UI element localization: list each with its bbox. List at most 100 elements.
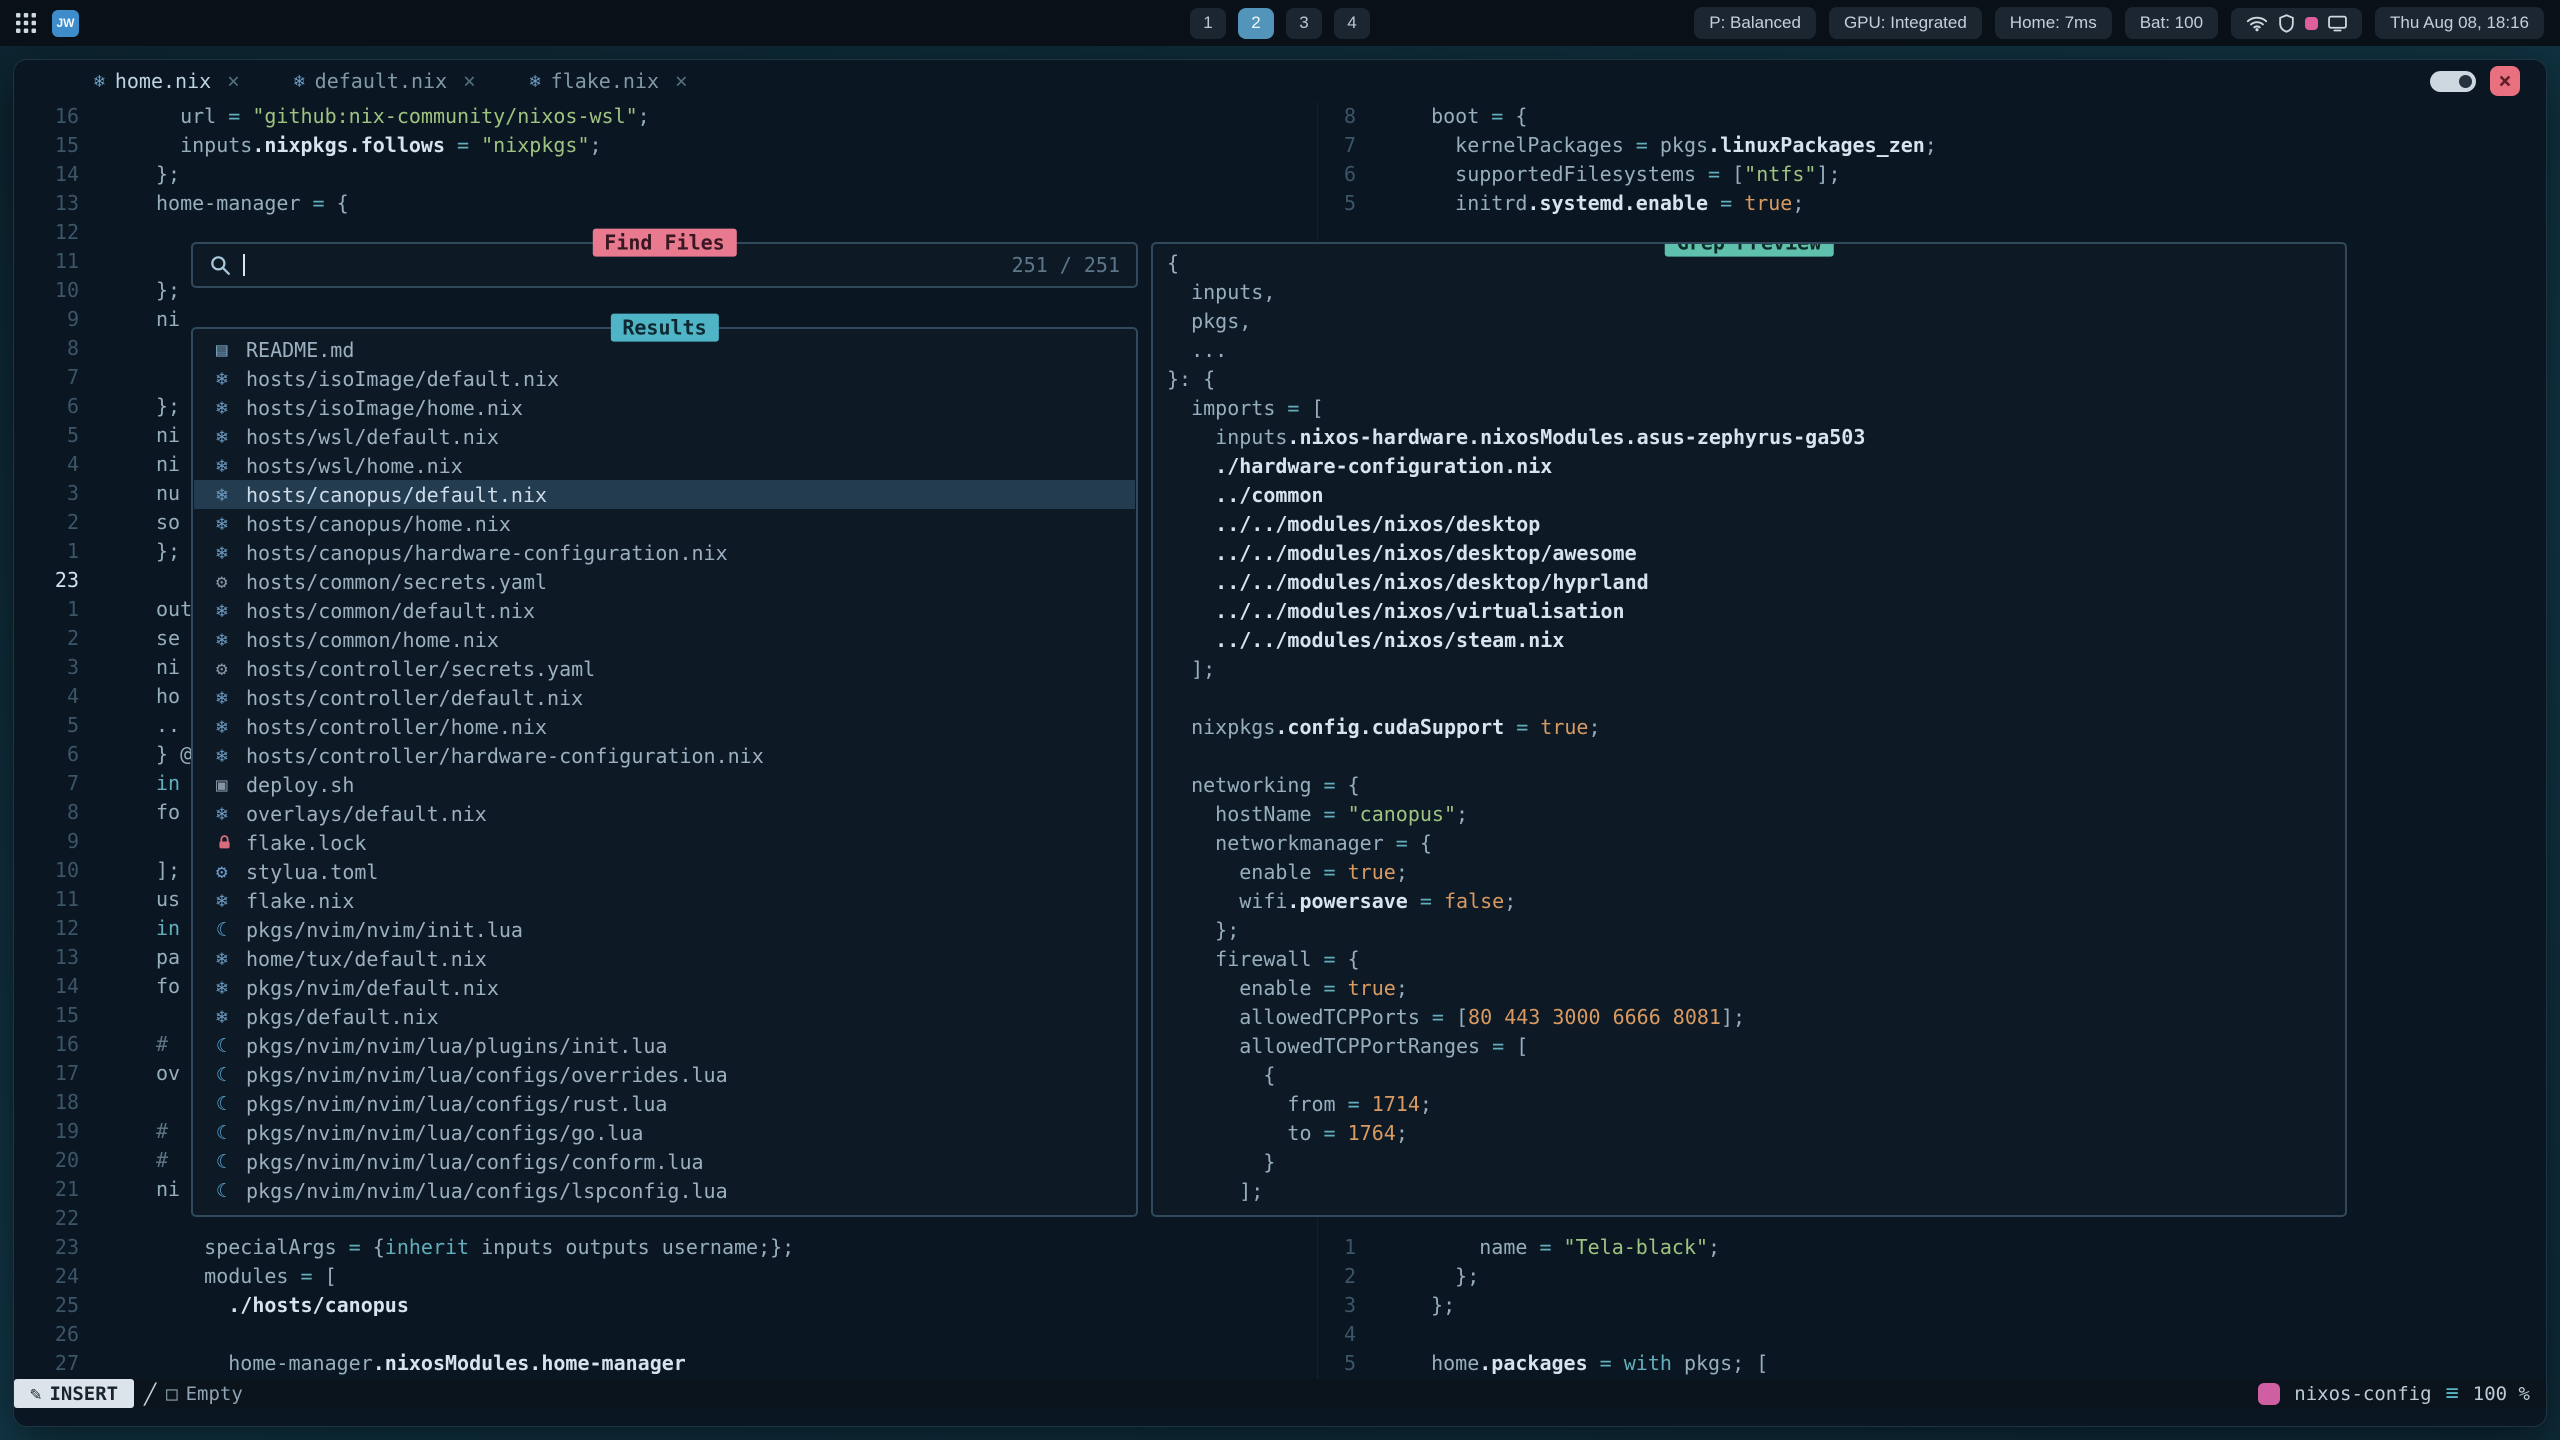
- code-text: home.packages = with pkgs; [: [1407, 1349, 1768, 1378]
- line-number: 4: [1318, 1320, 1356, 1349]
- code-text: #: [156, 1030, 168, 1059]
- status-icons-pill: [2231, 8, 2362, 39]
- scroll-percent: 100 %: [2473, 1383, 2530, 1405]
- apps-grid-icon[interactable]: [16, 13, 36, 33]
- tab-close-icon[interactable]: ×: [227, 69, 240, 93]
- result-item[interactable]: ❄hosts/canopus/home.nix: [194, 509, 1135, 538]
- code-text: ni: [156, 305, 180, 334]
- nix-file-icon: ❄: [216, 716, 246, 738]
- result-item[interactable]: ⚙hosts/controller/secrets.yaml: [194, 654, 1135, 683]
- lua-file-icon: ☾: [216, 1035, 246, 1057]
- tab-flake.nix[interactable]: ❄flake.nix×: [508, 60, 710, 102]
- code-text: #: [156, 1117, 168, 1146]
- result-item[interactable]: ❄pkgs/default.nix: [194, 1002, 1135, 1031]
- result-item[interactable]: ❄hosts/wsl/default.nix: [194, 422, 1135, 451]
- line-number: 2: [1318, 1262, 1356, 1291]
- result-item[interactable]: flake.lock: [194, 828, 1135, 857]
- code-text: inputs.nixpkgs.follows = "nixpkgs";: [156, 131, 602, 160]
- line-number: 4: [14, 450, 94, 479]
- result-item[interactable]: ❄hosts/wsl/home.nix: [194, 451, 1135, 480]
- result-path: pkgs/nvim/nvim/lua/configs/rust.lua: [246, 1092, 667, 1116]
- line-number: 17: [14, 1059, 94, 1088]
- preview-line: to = 1764;: [1153, 1119, 2345, 1148]
- result-path: flake.nix: [246, 889, 354, 913]
- nix-file-icon: ❄: [216, 455, 246, 477]
- nix-file-icon: ❄: [216, 977, 246, 999]
- module-bat: Bat: 100: [2125, 7, 2218, 39]
- result-item[interactable]: ❄flake.nix: [194, 886, 1135, 915]
- result-item[interactable]: ❄home/tux/default.nix: [194, 944, 1135, 973]
- result-item[interactable]: ❄overlays/default.nix: [194, 799, 1135, 828]
- code-text: nu: [156, 479, 180, 508]
- result-item[interactable]: ❄hosts/isoImage/default.nix: [194, 364, 1135, 393]
- result-item[interactable]: ❄hosts/common/default.nix: [194, 596, 1135, 625]
- result-item[interactable]: ⚙hosts/common/secrets.yaml: [194, 567, 1135, 596]
- result-item[interactable]: ❄hosts/controller/home.nix: [194, 712, 1135, 741]
- workspace-4[interactable]: 4: [1334, 8, 1370, 39]
- result-item[interactable]: ☾pkgs/nvim/nvim/lua/configs/go.lua: [194, 1118, 1135, 1147]
- editor-line: 3 };: [1318, 1291, 2546, 1320]
- result-item[interactable]: ⚙stylua.toml: [194, 857, 1135, 886]
- lua-file-icon: ☾: [216, 1151, 246, 1173]
- line-number: 23: [14, 1233, 94, 1262]
- preview-line: firewall = {: [1153, 945, 2345, 974]
- result-item[interactable]: ▤README.md: [194, 335, 1135, 364]
- code-text: modules = [: [156, 1262, 337, 1291]
- result-item[interactable]: ▣deploy.sh: [194, 770, 1135, 799]
- result-item[interactable]: ❄hosts/common/home.nix: [194, 625, 1135, 654]
- editor-line: 4: [1318, 1320, 2546, 1349]
- result-path: pkgs/nvim/nvim/lua/configs/overrides.lua: [246, 1063, 728, 1087]
- search-icon: [209, 254, 231, 276]
- result-path: pkgs/nvim/default.nix: [246, 976, 499, 1000]
- line-number: 10: [14, 276, 94, 305]
- result-item[interactable]: ☾pkgs/nvim/nvim/init.lua: [194, 915, 1135, 944]
- result-item[interactable]: ☾pkgs/nvim/nvim/lua/configs/overrides.lu…: [194, 1060, 1135, 1089]
- result-path: home/tux/default.nix: [246, 947, 487, 971]
- code-text: ni: [156, 653, 180, 682]
- result-item[interactable]: ☾pkgs/nvim/nvim/lua/configs/conform.lua: [194, 1147, 1135, 1176]
- result-item[interactable]: ☾pkgs/nvim/nvim/lua/configs/rust.lua: [194, 1089, 1135, 1118]
- line-number: 8: [14, 334, 94, 363]
- result-item[interactable]: ☾pkgs/nvim/nvim/lua/plugins/init.lua: [194, 1031, 1135, 1060]
- workspace-3[interactable]: 3: [1286, 8, 1322, 39]
- launcher-logo[interactable]: JW: [52, 10, 79, 37]
- result-path: hosts/common/default.nix: [246, 599, 535, 623]
- pin-toggle[interactable]: [2430, 71, 2476, 92]
- result-item[interactable]: ❄hosts/controller/hardware-configuration…: [194, 741, 1135, 770]
- workspace-1[interactable]: 1: [1190, 8, 1226, 39]
- code-text: pa: [156, 943, 180, 972]
- clock: Thu Aug 08, 18:16: [2375, 7, 2544, 39]
- result-item[interactable]: ❄hosts/controller/default.nix: [194, 683, 1135, 712]
- result-path: hosts/controller/default.nix: [246, 686, 583, 710]
- preview-line: ];: [1153, 655, 2345, 684]
- lock-file-icon: [216, 834, 246, 851]
- nix-file-icon: ❄: [294, 71, 305, 92]
- lua-file-icon: ☾: [216, 1064, 246, 1086]
- nix-file-icon: ❄: [216, 600, 246, 622]
- preview-line: imports = [: [1153, 394, 2345, 423]
- result-item[interactable]: ❄hosts/canopus/hardware-configuration.ni…: [194, 538, 1135, 567]
- tab-default.nix[interactable]: ❄default.nix×: [272, 60, 498, 102]
- window-close-button[interactable]: ×: [2490, 66, 2520, 96]
- result-item[interactable]: ☾pkgs/nvim/nvim/lua/configs/lspconfig.lu…: [194, 1176, 1135, 1205]
- editor-line: 13home-manager = {: [14, 189, 1317, 218]
- line-number: 5: [14, 711, 94, 740]
- result-item[interactable]: ❄hosts/canopus/default.nix: [194, 480, 1135, 509]
- module-p: P: Balanced: [1694, 7, 1816, 39]
- result-path: stylua.toml: [246, 860, 378, 884]
- workspace-2[interactable]: 2: [1238, 8, 1274, 39]
- result-item[interactable]: ❄hosts/isoImage/home.nix: [194, 393, 1135, 422]
- tab-home.nix[interactable]: ❄home.nix×: [72, 60, 262, 102]
- code-text: ho: [156, 682, 180, 711]
- nix-file-icon: ❄: [216, 890, 246, 912]
- tab-close-icon[interactable]: ×: [463, 69, 476, 93]
- tab-close-icon[interactable]: ×: [675, 69, 688, 93]
- line-number: 13: [14, 943, 94, 972]
- code-text: se: [156, 624, 180, 653]
- result-path: pkgs/nvim/nvim/lua/configs/conform.lua: [246, 1150, 704, 1174]
- find-files-prompt[interactable]: Find Files 251 / 251: [191, 242, 1138, 288]
- result-item[interactable]: ❄pkgs/nvim/default.nix: [194, 973, 1135, 1002]
- line-number: 24: [14, 1262, 94, 1291]
- result-path: overlays/default.nix: [246, 802, 487, 826]
- nix-file-icon: ❄: [216, 397, 246, 419]
